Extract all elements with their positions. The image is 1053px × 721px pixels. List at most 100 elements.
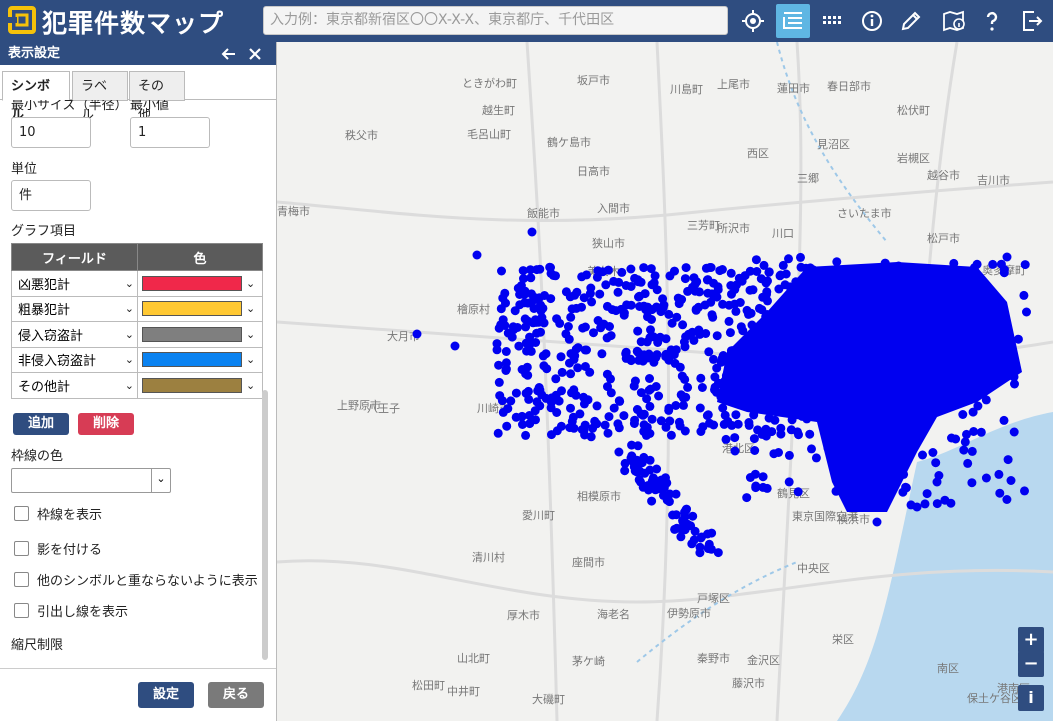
crime-point[interactable] <box>727 289 736 299</box>
crime-point[interactable] <box>790 301 800 311</box>
crime-point[interactable] <box>918 450 927 460</box>
crime-point[interactable] <box>546 294 556 304</box>
crime-point[interactable] <box>681 263 691 273</box>
crime-point[interactable] <box>758 482 768 492</box>
crime-point[interactable] <box>770 332 780 342</box>
crime-point[interactable] <box>778 260 788 270</box>
crime-point[interactable] <box>810 267 820 277</box>
crime-point[interactable] <box>758 367 767 377</box>
crime-point[interactable] <box>647 496 657 506</box>
crime-point[interactable] <box>908 310 918 320</box>
crime-point[interactable] <box>863 323 873 333</box>
crime-point[interactable] <box>579 293 589 303</box>
crime-point[interactable] <box>882 274 892 284</box>
border-color-select[interactable]: ⌄ <box>11 468 171 493</box>
crime-point[interactable] <box>781 269 791 279</box>
crime-point[interactable] <box>861 447 870 457</box>
crime-point[interactable] <box>672 312 682 322</box>
crime-point[interactable] <box>564 334 574 344</box>
crime-point[interactable] <box>601 280 611 290</box>
crime-point[interactable] <box>566 312 576 322</box>
crime-point[interactable] <box>603 428 613 438</box>
crime-point[interactable] <box>894 276 904 285</box>
field-select[interactable]: 侵入窃盗計 ⌄ <box>12 323 137 346</box>
crime-point[interactable] <box>827 435 836 445</box>
color-select[interactable]: ⌄ <box>138 272 262 295</box>
crime-point[interactable] <box>959 445 969 455</box>
crime-point[interactable] <box>972 272 982 282</box>
crime-point[interactable] <box>566 403 575 413</box>
crime-point[interactable] <box>738 375 748 385</box>
crime-point[interactable] <box>604 412 614 422</box>
crime-point[interactable] <box>994 469 1004 479</box>
checkbox-box[interactable] <box>14 572 29 587</box>
crime-point[interactable] <box>770 415 780 425</box>
crime-point[interactable] <box>592 419 602 429</box>
crime-point[interactable] <box>497 266 506 276</box>
crime-point[interactable] <box>877 441 887 451</box>
color-select[interactable]: ⌄ <box>138 323 262 346</box>
crime-point[interactable] <box>566 349 576 359</box>
crime-point[interactable] <box>833 339 843 349</box>
crime-point[interactable] <box>912 338 922 347</box>
crime-point[interactable] <box>759 389 769 399</box>
crime-point[interactable] <box>472 250 482 260</box>
crime-point[interactable] <box>647 414 657 424</box>
crime-point[interactable] <box>516 281 526 291</box>
crime-point[interactable] <box>547 393 557 403</box>
crime-point[interactable] <box>793 288 803 298</box>
crime-point[interactable] <box>902 265 912 274</box>
crime-point[interactable] <box>450 341 460 351</box>
crime-point[interactable] <box>589 328 598 338</box>
crime-point[interactable] <box>626 264 636 274</box>
crime-point[interactable] <box>967 446 977 456</box>
crime-point[interactable] <box>593 316 603 325</box>
crime-point[interactable] <box>801 398 811 408</box>
crime-point[interactable] <box>573 363 583 373</box>
crime-point[interactable] <box>788 358 798 368</box>
crime-point[interactable] <box>732 280 741 290</box>
crime-point[interactable] <box>497 396 507 406</box>
crime-point[interactable] <box>934 366 944 376</box>
crime-point[interactable] <box>931 346 941 356</box>
crime-point[interactable] <box>498 407 508 417</box>
delete-button[interactable]: 削除 <box>78 413 134 435</box>
crime-point[interactable] <box>796 318 805 328</box>
crime-point[interactable] <box>988 259 998 269</box>
crime-point[interactable] <box>890 444 900 454</box>
crime-point[interactable] <box>840 270 850 279</box>
crime-point[interactable] <box>919 314 929 324</box>
crime-point[interactable] <box>885 338 895 348</box>
crime-point[interactable] <box>774 448 783 457</box>
crime-point[interactable] <box>866 420 876 430</box>
crime-point[interactable] <box>999 415 1009 425</box>
crime-point[interactable] <box>600 420 610 430</box>
tab-label[interactable]: ラベル <box>72 71 128 123</box>
crime-point[interactable] <box>758 472 768 482</box>
crime-point[interactable] <box>582 270 591 280</box>
crime-point[interactable] <box>960 437 970 447</box>
crime-point[interactable] <box>981 395 991 405</box>
crime-point[interactable] <box>1020 260 1030 270</box>
crime-point[interactable] <box>658 294 668 304</box>
crime-point[interactable] <box>703 275 713 285</box>
crime-point[interactable] <box>592 401 602 411</box>
crime-point[interactable] <box>958 410 968 419</box>
crime-point[interactable] <box>613 287 623 297</box>
checkbox-box[interactable] <box>14 603 29 618</box>
crime-point[interactable] <box>640 468 650 478</box>
crime-point[interactable] <box>978 324 988 334</box>
crime-point[interactable] <box>656 307 666 317</box>
crime-point[interactable] <box>730 433 740 443</box>
crime-point[interactable] <box>546 263 555 272</box>
crime-point[interactable] <box>611 306 621 316</box>
crime-point[interactable] <box>713 282 723 292</box>
crime-point[interactable] <box>621 353 631 363</box>
crime-point[interactable] <box>981 473 991 483</box>
crime-point[interactable] <box>946 498 956 508</box>
crime-point[interactable] <box>935 355 945 365</box>
crime-point[interactable] <box>726 268 736 278</box>
crime-point[interactable] <box>632 467 642 477</box>
crime-point[interactable] <box>719 419 729 429</box>
crime-point[interactable] <box>963 386 973 396</box>
